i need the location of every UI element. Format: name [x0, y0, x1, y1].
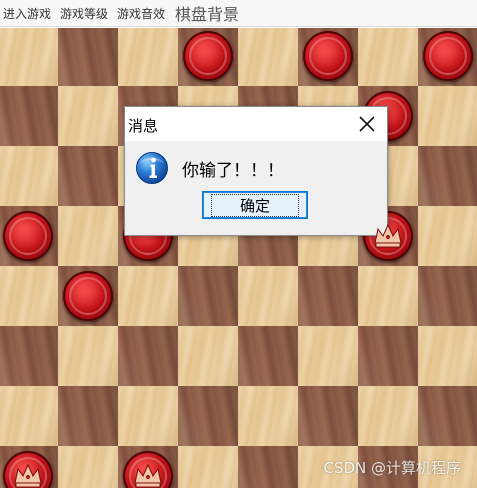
board-square[interactable] [58, 28, 118, 86]
red-piece[interactable] [3, 211, 53, 261]
board-square[interactable] [358, 326, 418, 386]
board-square[interactable] [238, 446, 298, 488]
dialog-title-bar: 消息 [125, 107, 387, 141]
info-icon [136, 152, 168, 184]
board-square[interactable] [58, 146, 118, 206]
crown-icon [374, 223, 402, 248]
board-square[interactable] [178, 446, 238, 488]
board-square[interactable] [58, 86, 118, 146]
message-dialog: 消息 你输了！！！ 确定 [124, 106, 388, 236]
menu-bar: 进入游戏 游戏等级 游戏音效 棋盘背景 [0, 0, 477, 27]
menu-item-game-level[interactable]: 游戏等级 [60, 5, 108, 22]
board-square[interactable] [298, 326, 358, 386]
ok-button-label: 确定 [210, 193, 300, 217]
board-square[interactable] [418, 146, 477, 206]
game-board[interactable] [0, 28, 477, 488]
board-square[interactable] [0, 386, 58, 446]
board-square[interactable] [418, 266, 477, 326]
board-square[interactable] [238, 28, 298, 86]
board-square[interactable] [58, 386, 118, 446]
menu-item-game-sound[interactable]: 游戏音效 [117, 5, 165, 22]
board-square[interactable] [58, 446, 118, 488]
board-square[interactable] [238, 326, 298, 386]
board-square[interactable] [418, 86, 477, 146]
board-square[interactable] [118, 266, 178, 326]
board-square[interactable] [118, 28, 178, 86]
watermark: CSDN @计算机程序 [323, 459, 461, 477]
board-square[interactable] [0, 146, 58, 206]
board-square[interactable] [238, 266, 298, 326]
board-square[interactable] [238, 386, 298, 446]
ok-button[interactable]: 确定 [202, 191, 308, 219]
dialog-title: 消息 [128, 117, 159, 135]
board-square[interactable] [0, 326, 58, 386]
board-square[interactable] [0, 86, 58, 146]
board-square[interactable] [298, 266, 358, 326]
red-piece[interactable] [303, 31, 353, 81]
close-icon[interactable] [357, 114, 377, 134]
board-square[interactable] [358, 386, 418, 446]
menu-item-enter-game[interactable]: 进入游戏 [3, 5, 51, 22]
board-square[interactable] [58, 326, 118, 386]
menu-item-board-background[interactable]: 棋盘背景 [175, 1, 239, 25]
board-square[interactable] [358, 266, 418, 326]
board-square[interactable] [0, 266, 58, 326]
board-square[interactable] [418, 206, 477, 266]
crown-icon [14, 463, 42, 488]
red-piece[interactable] [183, 31, 233, 81]
board-square[interactable] [418, 326, 477, 386]
board-square[interactable] [358, 28, 418, 86]
dialog-message: 你输了！！！ [182, 161, 284, 181]
board-square[interactable] [0, 28, 58, 86]
board-square[interactable] [118, 386, 178, 446]
board-square[interactable] [418, 386, 477, 446]
board-square[interactable] [178, 266, 238, 326]
board-square[interactable] [178, 386, 238, 446]
red-piece[interactable] [63, 271, 113, 321]
red-piece[interactable] [423, 31, 473, 81]
crown-icon [134, 463, 162, 488]
board-square[interactable] [178, 326, 238, 386]
board-square[interactable] [118, 326, 178, 386]
board-square[interactable] [58, 206, 118, 266]
board-square[interactable] [298, 386, 358, 446]
